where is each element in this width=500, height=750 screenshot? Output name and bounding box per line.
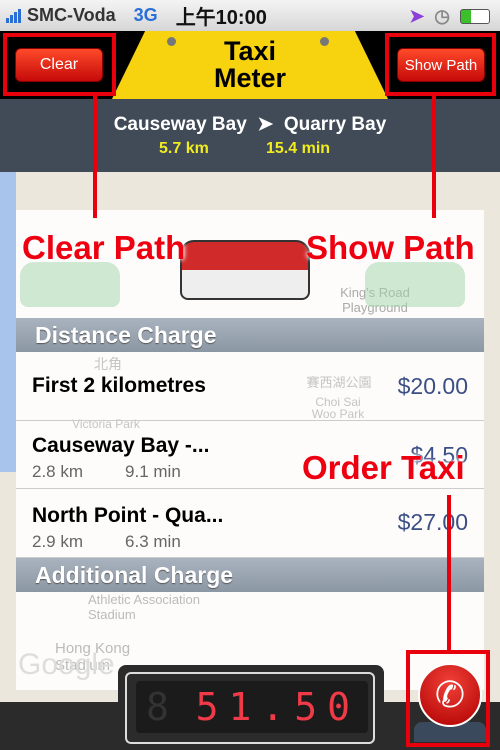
annotation-box-clear	[3, 33, 116, 96]
route-duration: 15.4 min	[266, 140, 331, 157]
route-from: Causeway Bay	[113, 114, 247, 135]
taxi-meter-sign: Taxi Meter	[112, 31, 388, 99]
fare-display: 8 51.50	[136, 681, 368, 733]
fare-row[interactable]: North Point - Qua... 2.9 km 6.3 min $27.0…	[16, 489, 484, 558]
route-distance: 5.7 km	[159, 140, 209, 157]
route-summary: Causeway Bay ➤ Quarry Bay 5.7 km 15.4 mi…	[0, 99, 500, 172]
fare-value: 51.50	[195, 685, 360, 729]
title-line1: Taxi	[223, 36, 277, 66]
annotation-clear-path: Clear Path	[22, 229, 186, 266]
alarm-clock-icon: ◷	[434, 6, 450, 26]
row-price: $20.00	[397, 373, 468, 399]
network-type: 3G	[133, 5, 158, 25]
route-to: Quarry Bay	[283, 114, 387, 135]
row-duration: 9.1 min	[125, 462, 181, 481]
map-label: Athletic Association Stadium	[88, 592, 201, 622]
signal-icon	[6, 8, 21, 23]
lcd-unused-digit: 8	[146, 685, 179, 729]
annotation-line	[432, 96, 436, 218]
taxi-image-green	[20, 262, 120, 307]
battery-icon	[460, 9, 490, 24]
annotation-line	[93, 96, 97, 218]
screw-icon	[320, 37, 329, 46]
row-duration: 6.3 min	[125, 532, 181, 551]
row-title: First 2 kilometres	[32, 374, 206, 397]
fare-row[interactable]: First 2 kilometres $20.00	[16, 352, 484, 421]
section-header-distance-charge: Distance Charge	[16, 318, 484, 352]
annotation-box-order-taxi	[406, 650, 490, 747]
google-logo: Google	[18, 648, 115, 681]
route-arrow-icon: ➤	[257, 114, 274, 135]
location-arrow-icon: ➤	[409, 6, 425, 26]
taxi-image-red	[180, 240, 310, 300]
row-price: $27.00	[397, 509, 468, 535]
annotation-box-show-path	[385, 33, 496, 96]
map-water	[0, 172, 16, 472]
status-bar: SMC-Voda 3G 上午10:00 ➤ ◷	[0, 0, 500, 31]
annotation-show-path: Show Path	[306, 229, 475, 266]
clock: 上午10:00	[175, 7, 267, 29]
annotation-order-taxi: Order Taxi	[302, 449, 465, 486]
row-distance: 2.9 km	[32, 532, 84, 551]
section-header-additional-charge: Additional Charge	[16, 558, 484, 592]
title-line2: Meter	[213, 63, 287, 93]
annotation-line	[447, 495, 451, 651]
row-distance: 2.8 km	[32, 462, 84, 481]
row-title: Causeway Bay -...	[32, 434, 210, 457]
taxi-image-green	[365, 262, 465, 307]
carrier: SMC-Voda	[27, 5, 116, 25]
row-title: North Point - Qua...	[32, 504, 224, 527]
screw-icon	[167, 37, 176, 46]
